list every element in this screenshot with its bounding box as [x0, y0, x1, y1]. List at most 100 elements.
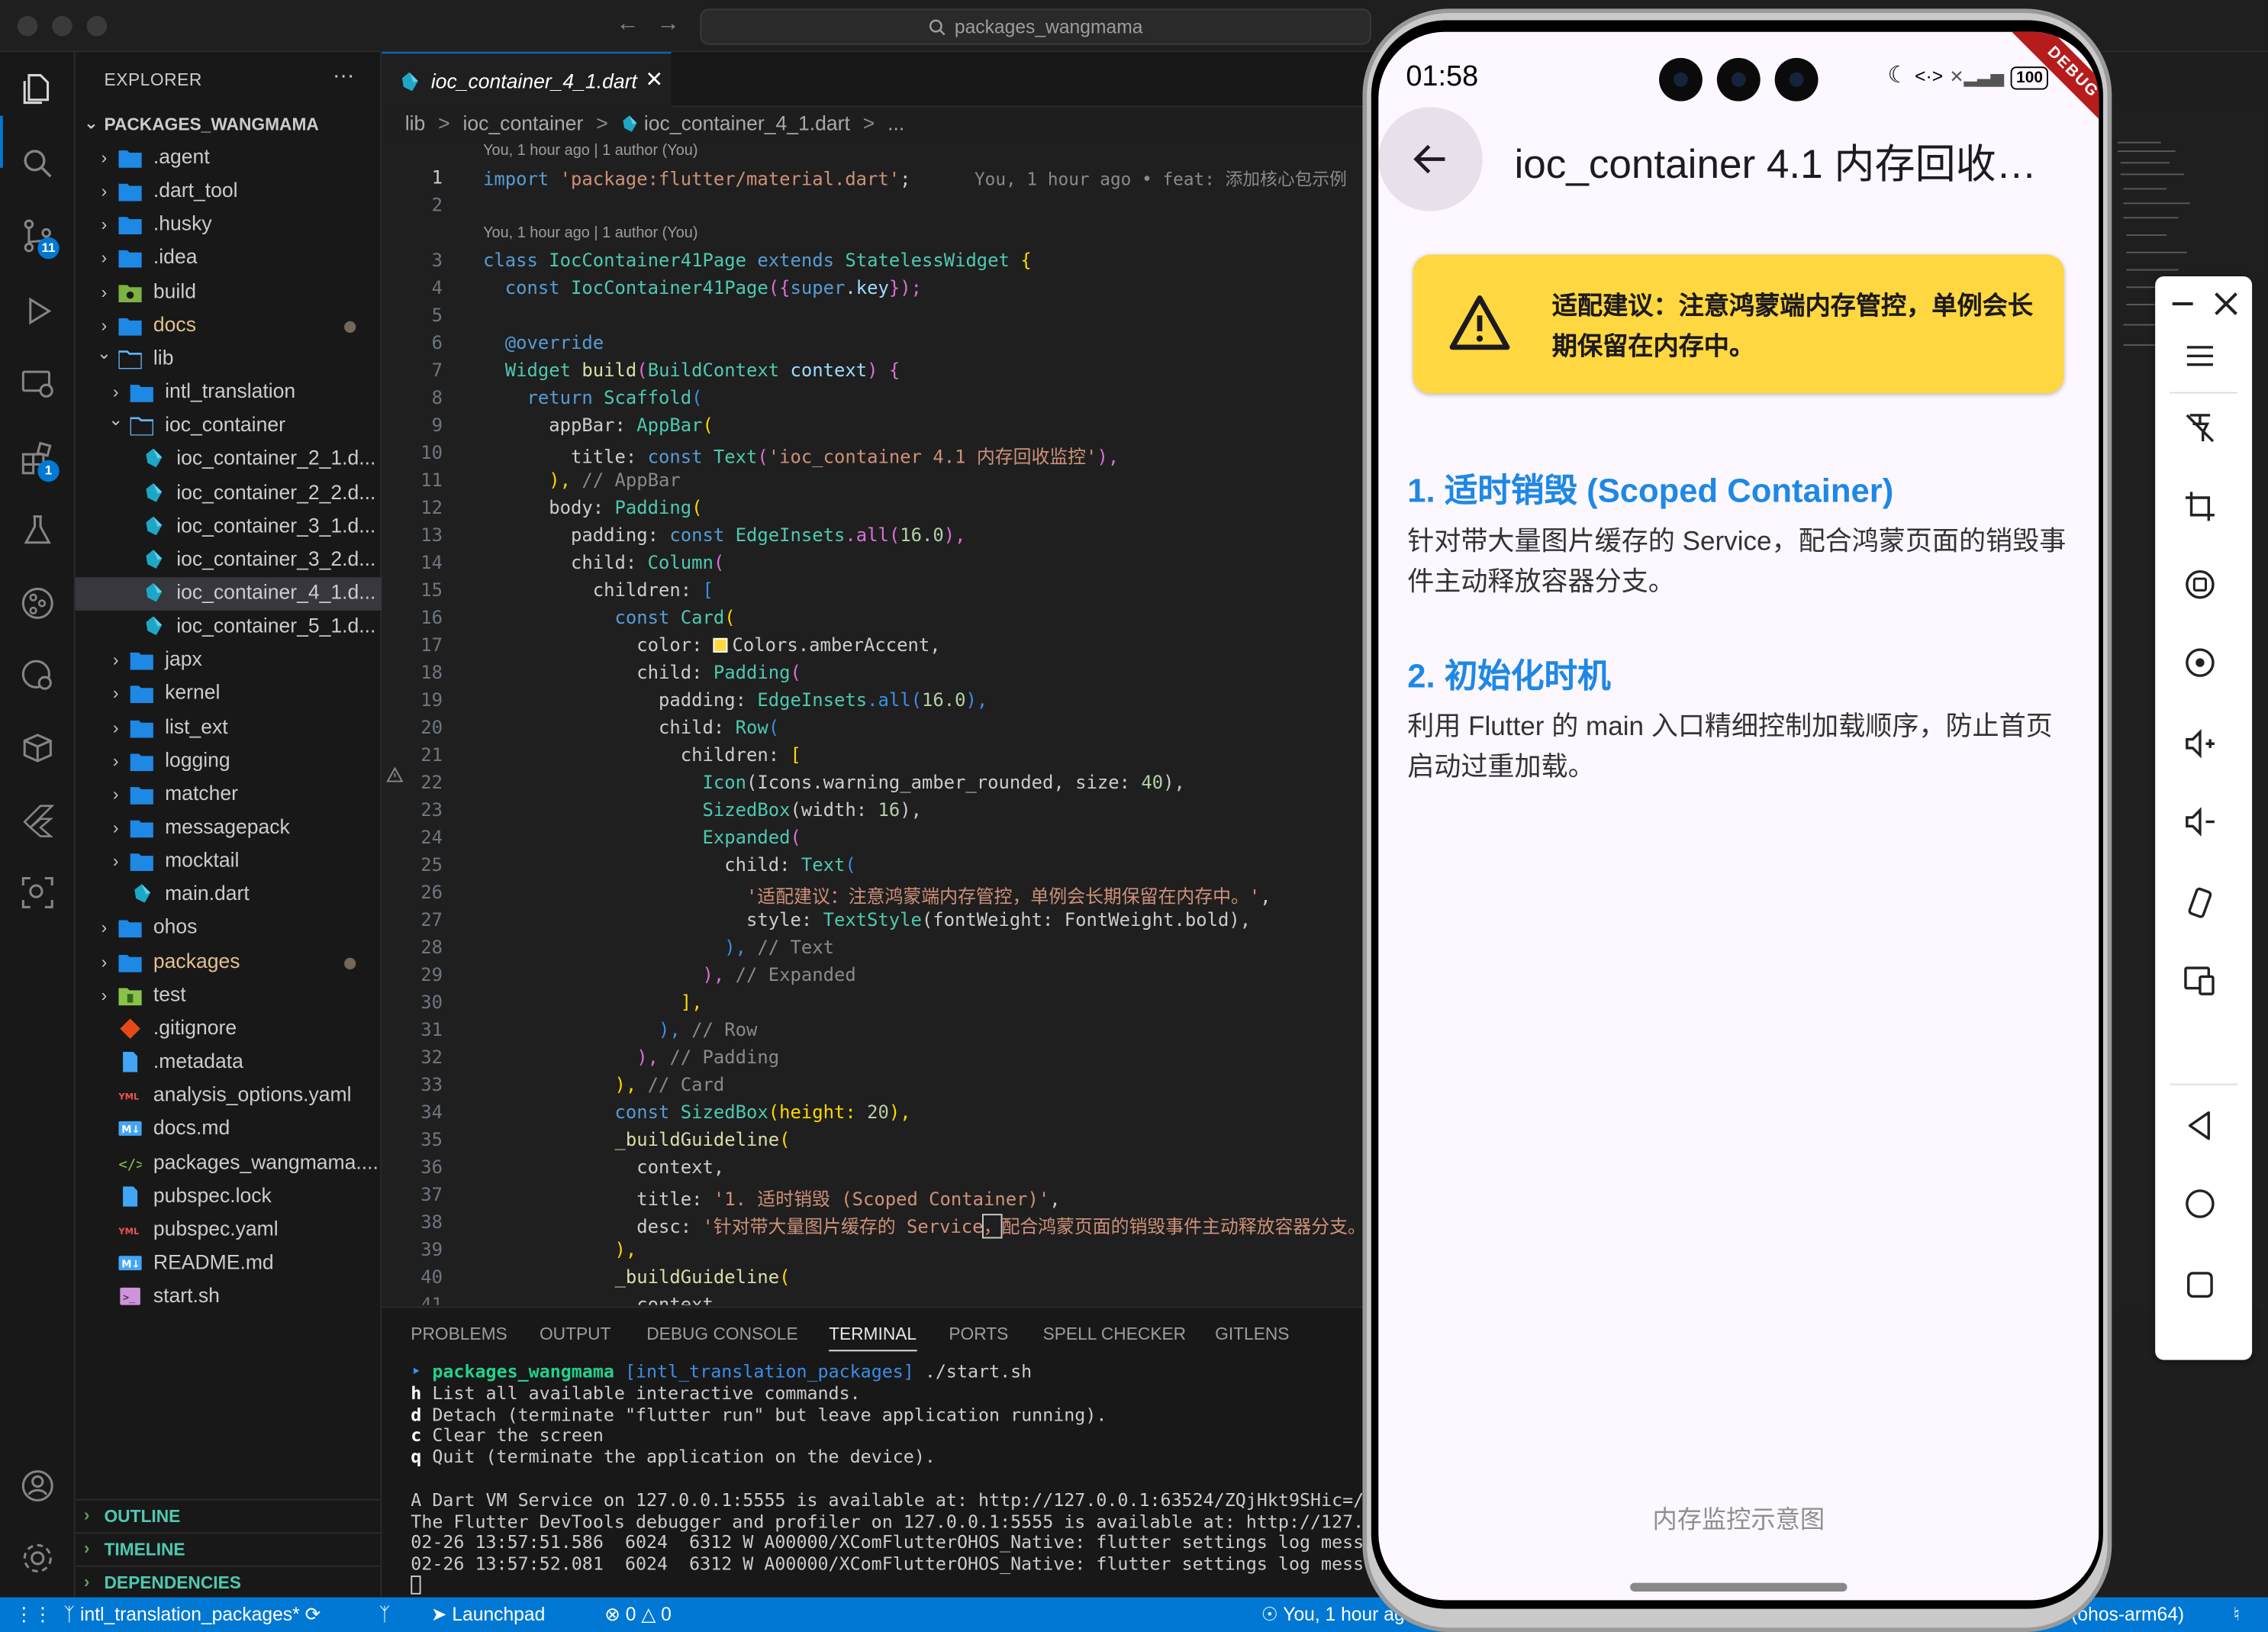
tree-item[interactable]: >_ start.sh	[76, 1281, 382, 1314]
git-graph-icon[interactable]: ᛉ	[379, 1603, 391, 1624]
tree-item[interactable]: › ohos	[76, 912, 382, 946]
accounts-icon[interactable]	[19, 1467, 56, 1505]
run-debug-icon[interactable]	[19, 292, 56, 330]
tree-item[interactable]: › intl_translation	[76, 376, 382, 410]
close-icon[interactable]	[2207, 285, 2239, 317]
minimize-icon[interactable]	[2164, 285, 2196, 317]
warning-icon[interactable]	[386, 766, 404, 783]
tree-item[interactable]: › test	[76, 979, 382, 1013]
remote-explorer-icon[interactable]	[19, 365, 56, 402]
home-indicator[interactable]	[1630, 1582, 1848, 1592]
blame-status[interactable]: ☉ You, 1 hour ag	[1261, 1603, 1405, 1626]
tree-item[interactable]: </> packages_wangmama....	[76, 1147, 382, 1180]
remote-icon[interactable]: ⋮⋮	[14, 1603, 52, 1626]
tree-item[interactable]: › .idea	[76, 242, 382, 276]
tree-item[interactable]: › docs	[76, 309, 382, 343]
tree-item[interactable]: › .agent	[76, 142, 382, 176]
command-center[interactable]: packages_wangmama	[700, 8, 1371, 45]
tree-item[interactable]: › japx	[76, 644, 382, 678]
close-window-button[interactable]	[17, 15, 38, 37]
tree-item[interactable]: ioc_container_2_1.d...	[76, 443, 382, 477]
tree-item[interactable]: YML pubspec.yaml	[76, 1214, 382, 1247]
container-icon[interactable]	[19, 729, 56, 766]
volume-down-icon[interactable]	[2181, 803, 2218, 840]
color-swatch[interactable]	[713, 637, 728, 653]
code-editor[interactable]: You, 1 hour ago | 1 author (You) You, 1 …	[382, 138, 1380, 1305]
zoom-window-button[interactable]	[86, 15, 108, 37]
tree-item[interactable]: ⌄ lib	[76, 343, 382, 376]
tree-item[interactable]: › .husky	[76, 209, 382, 243]
back-button[interactable]	[1378, 107, 1483, 211]
device-status[interactable]: (ohos-arm64)	[2071, 1603, 2184, 1624]
breadcrumb-file[interactable]: ioc_container_4_1.dart	[644, 111, 850, 134]
notifications-bell-icon[interactable]: ♮	[2233, 1603, 2240, 1626]
codelens-blame[interactable]: You, 1 hour ago | 1 author (You)	[483, 224, 697, 242]
tab-ports[interactable]: PORTS	[949, 1324, 1008, 1344]
tree-item[interactable]: .metadata	[76, 1046, 382, 1079]
terminal-output[interactable]: ‣ packages_wangmama [intl_translation_pa…	[411, 1362, 1364, 1598]
forward-arrow-icon[interactable]: →	[657, 11, 680, 37]
tree-item[interactable]: YML analysis_options.yaml	[76, 1079, 382, 1113]
problems-status[interactable]: ⊗ 0 △ 0	[604, 1603, 672, 1626]
pin-off-icon[interactable]	[2181, 409, 2218, 447]
tab-problems[interactable]: PROBLEMS	[411, 1324, 507, 1344]
tree-item[interactable]: ioc_container_4_1.d...	[75, 577, 382, 611]
screen-record-icon[interactable]	[2181, 566, 2218, 603]
nav-recents-icon[interactable]	[2181, 1266, 2218, 1303]
outline-section[interactable]: › OUTLINE	[75, 1498, 382, 1533]
tree-item[interactable]: ioc_container_5_1.d...	[76, 611, 382, 644]
codelens-blame[interactable]: You, 1 hour ago | 1 author (You)	[483, 142, 697, 160]
launchpad-status[interactable]: ➤ Launchpad	[431, 1603, 545, 1626]
rotate-icon[interactable]	[2181, 884, 2218, 921]
tree-item[interactable]: ⌄ ioc_container	[76, 410, 382, 443]
tab-terminal[interactable]: TERMINAL	[829, 1324, 917, 1352]
tree-item[interactable]: M↓ docs.md	[76, 1113, 382, 1147]
explorer-icon[interactable]	[19, 69, 56, 107]
location-icon[interactable]	[2181, 643, 2218, 681]
search-icon[interactable]	[19, 145, 56, 182]
tree-item[interactable]: › messagepack	[76, 811, 382, 845]
crop-icon[interactable]	[2181, 488, 2218, 525]
gitlens-inspect-icon[interactable]	[19, 657, 56, 695]
tree-item[interactable]: › matcher	[76, 778, 382, 811]
tree-item[interactable]: pubspec.lock	[76, 1180, 382, 1214]
inspect-icon[interactable]	[19, 874, 56, 911]
phone-screen[interactable]: 01:58 ☾ <·> ✕▂▃▅ 100 DEBUG ioc_container…	[1378, 31, 2099, 1601]
minimize-window-button[interactable]	[52, 15, 72, 37]
gitlens-icon[interactable]	[19, 585, 56, 622]
tree-item[interactable]: › packages	[76, 946, 382, 979]
tab-output[interactable]: OUTPUT	[540, 1324, 611, 1344]
timeline-section[interactable]: › TIMELINE	[75, 1532, 382, 1566]
tab-spell-checker[interactable]: SPELL CHECKER	[1043, 1324, 1187, 1344]
breadcrumb-lib[interactable]: lib	[405, 111, 426, 134]
breadcrumb-symbol[interactable]: ...	[888, 111, 904, 134]
multi-device-icon[interactable]	[2181, 962, 2218, 999]
explorer-more-button[interactable]: ···	[333, 63, 354, 88]
testing-icon[interactable]	[19, 512, 56, 550]
tab-gitlens[interactable]: GITLENS	[1215, 1324, 1289, 1344]
tree-item[interactable]: ioc_container_3_2.d...	[76, 543, 382, 577]
workspace-root[interactable]: ⌄ PACKAGES_WANGMAMA	[76, 110, 382, 139]
tree-item[interactable]: ioc_container_2_2.d...	[76, 477, 382, 511]
tree-item[interactable]: .gitignore	[76, 1013, 382, 1047]
tree-item[interactable]: › logging	[76, 745, 382, 779]
tree-item[interactable]: ioc_container_3_1.d...	[76, 510, 382, 543]
tree-item[interactable]: M↓ README.md	[76, 1247, 382, 1281]
tree-item[interactable]: › list_ext	[76, 711, 382, 745]
tab-debug-console[interactable]: DEBUG CONSOLE	[646, 1324, 797, 1344]
tree-item[interactable]: › kernel	[76, 678, 382, 711]
nav-back-icon[interactable]	[2181, 1107, 2218, 1144]
volume-up-icon[interactable]	[2181, 725, 2218, 763]
back-arrow-icon[interactable]: ←	[616, 11, 639, 37]
menu-icon[interactable]	[2181, 337, 2218, 375]
dependencies-section[interactable]: › DEPENDENCIES	[75, 1565, 382, 1599]
tree-item[interactable]: › .dart_tool	[76, 176, 382, 209]
nav-home-icon[interactable]	[2181, 1185, 2218, 1222]
tree-item[interactable]: › build	[76, 276, 382, 309]
flutter-icon[interactable]	[19, 801, 56, 839]
settings-gear-icon[interactable]	[19, 1540, 56, 1577]
branch-status[interactable]: ᛉ intl_translation_packages* ⟳	[63, 1603, 321, 1626]
tab-ioc-container-4-1[interactable]: ioc_container_4_1.dart ✕	[382, 52, 672, 108]
breadcrumb-folder[interactable]: ioc_container	[462, 111, 583, 134]
tree-item[interactable]: › mocktail	[76, 845, 382, 879]
